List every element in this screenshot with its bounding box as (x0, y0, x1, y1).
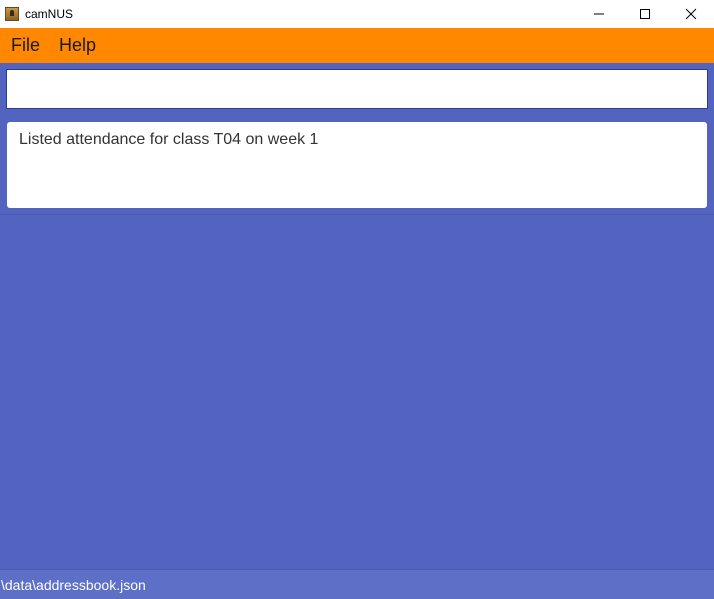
menu-bar: File Help (0, 28, 714, 63)
window-controls (576, 0, 714, 28)
close-icon (685, 8, 697, 20)
command-input[interactable] (6, 69, 708, 109)
menu-file[interactable]: File (11, 35, 40, 56)
save-location-path: \data\addressbook.json (1, 576, 146, 593)
minimize-button[interactable] (576, 0, 622, 28)
window-title: camNUS (25, 7, 74, 21)
result-text: Listed attendance for class T04 on week … (19, 131, 319, 148)
title-bar: camNUS (0, 0, 714, 28)
status-bar: \data\addressbook.json (0, 569, 714, 599)
app-icon (5, 7, 19, 21)
maximize-button[interactable] (622, 0, 668, 28)
close-button[interactable] (668, 0, 714, 28)
divider (0, 214, 714, 215)
minimize-icon (594, 13, 604, 15)
maximize-icon (640, 9, 650, 19)
menu-help[interactable]: Help (59, 35, 96, 56)
result-display: Listed attendance for class T04 on week … (7, 122, 707, 208)
